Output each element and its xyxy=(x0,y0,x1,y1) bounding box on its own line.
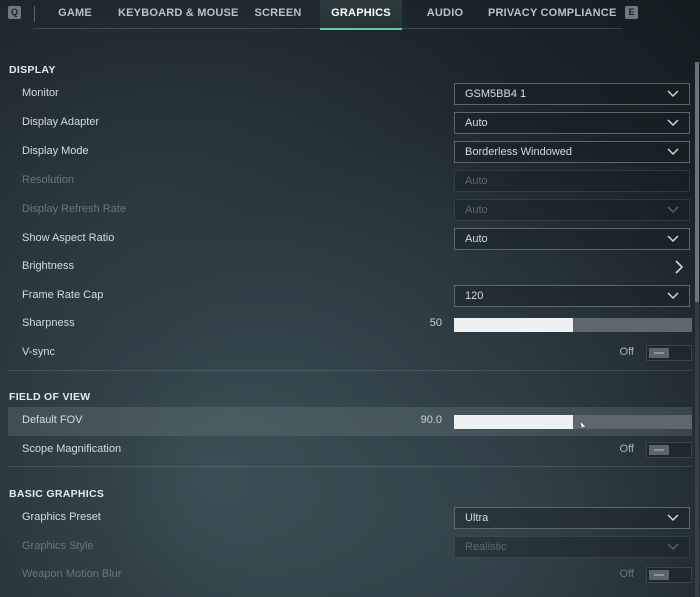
prev-tab-key-icon[interactable]: Q xyxy=(8,6,21,19)
tab-underline xyxy=(33,28,623,29)
tab-game[interactable]: GAME xyxy=(45,0,105,28)
weapon-motion-blur-toggle xyxy=(646,567,692,583)
fov-value: 90.0 xyxy=(420,414,442,426)
setting-row-scope-magnification[interactable]: Scope Magnification Off xyxy=(8,436,692,465)
toggle-knob xyxy=(649,348,669,358)
section-title-display: DISPLAY xyxy=(9,64,56,76)
monitor-dropdown[interactable]: GSM5BB4 1 xyxy=(454,83,690,105)
setting-label: Frame Rate Cap xyxy=(22,289,104,301)
setting-row-weapon-motion-blur: Weapon Motion Blur Off xyxy=(8,561,692,590)
tab-separator xyxy=(34,6,35,22)
next-tab-key-icon[interactable]: E xyxy=(625,6,638,19)
sharpness-value: 50 xyxy=(429,317,442,329)
setting-label: Show Aspect Ratio xyxy=(22,232,115,244)
toggle-state-text: Off xyxy=(619,568,634,580)
chevron-down-icon xyxy=(667,148,679,156)
toggle-knob xyxy=(649,445,669,455)
aspect-ratio-dropdown[interactable]: Auto xyxy=(454,228,690,250)
mouse-cursor-icon xyxy=(580,421,586,430)
refresh-rate-dropdown: Auto xyxy=(454,199,690,221)
setting-row-sharpness[interactable]: Sharpness 50 xyxy=(8,310,692,339)
setting-label: Display Adapter xyxy=(22,116,100,128)
setting-row-display-mode[interactable]: Display Mode Borderless Windowed xyxy=(8,138,692,167)
dropdown-value: 120 xyxy=(465,290,484,302)
graphics-style-dropdown: Realistic xyxy=(454,536,690,558)
chevron-down-icon xyxy=(667,177,679,185)
setting-row-resolution: Resolution Auto xyxy=(8,167,692,196)
toggle-state-text: Off xyxy=(619,346,634,358)
scrollbar[interactable] xyxy=(695,62,699,597)
slider-fill xyxy=(454,318,573,332)
dropdown-value: GSM5BB4 1 xyxy=(465,88,527,100)
settings-tab-bar: Q GAME KEYBOARD & MOUSE SCREEN GRAPHICS … xyxy=(0,0,700,30)
fov-slider[interactable] xyxy=(454,415,692,429)
setting-label: Brightness xyxy=(22,260,74,272)
setting-row-brightness[interactable]: Brightness xyxy=(8,253,692,282)
section-title-basic-graphics: BASIC GRAPHICS xyxy=(9,488,105,500)
dropdown-value: Borderless Windowed xyxy=(465,146,572,158)
setting-row-vsync[interactable]: V-sync Off xyxy=(8,339,692,368)
setting-label: Scope Magnification xyxy=(22,443,122,455)
graphics-preset-dropdown[interactable]: Ultra xyxy=(454,507,690,529)
setting-label: Monitor xyxy=(22,87,59,99)
setting-row-frame-rate-cap[interactable]: Frame Rate Cap 120 xyxy=(8,282,692,311)
tab-privacy-compliance[interactable]: PRIVACY COMPLIANCE xyxy=(488,0,616,28)
slider-fill xyxy=(454,415,573,429)
setting-row-refresh-rate: Display Refresh Rate Auto xyxy=(8,196,692,225)
chevron-right-icon[interactable] xyxy=(674,260,684,274)
setting-label: V-sync xyxy=(22,346,56,358)
setting-label: Weapon Motion Blur xyxy=(22,568,122,580)
setting-label: Resolution xyxy=(22,174,74,186)
setting-label: Graphics Style xyxy=(22,540,94,552)
setting-row-display-adapter[interactable]: Display Adapter Auto xyxy=(8,109,692,138)
tab-audio[interactable]: AUDIO xyxy=(418,0,472,28)
chevron-down-icon xyxy=(667,206,679,214)
frame-rate-cap-dropdown[interactable]: 120 xyxy=(454,285,690,307)
dropdown-value: Realistic xyxy=(465,541,507,553)
dropdown-value: Ultra xyxy=(465,512,489,524)
dropdown-value: Auto xyxy=(465,117,488,129)
dropdown-value: Auto xyxy=(465,175,488,187)
chevron-down-icon xyxy=(667,514,679,522)
scope-magnification-toggle[interactable] xyxy=(646,442,692,458)
chevron-down-icon xyxy=(667,543,679,551)
vsync-toggle[interactable] xyxy=(646,345,692,361)
chevron-down-icon xyxy=(667,119,679,127)
display-mode-dropdown[interactable]: Borderless Windowed xyxy=(454,141,690,163)
setting-row-monitor[interactable]: Monitor GSM5BB4 1 xyxy=(8,80,692,109)
chevron-down-icon xyxy=(667,292,679,300)
dropdown-value: Auto xyxy=(465,204,488,216)
sharpness-slider[interactable] xyxy=(454,318,692,332)
dropdown-value: Auto xyxy=(465,233,488,245)
setting-row-default-fov[interactable]: Default FOV 90.0 xyxy=(8,407,692,436)
tab-graphics[interactable]: GRAPHICS xyxy=(320,0,402,30)
display-adapter-dropdown[interactable]: Auto xyxy=(454,112,690,134)
setting-label: Display Refresh Rate xyxy=(22,203,126,215)
scrollbar-thumb[interactable] xyxy=(695,62,699,302)
setting-row-graphics-style: Graphics Style Realistic xyxy=(8,533,692,562)
section-title-field-of-view: FIELD OF VIEW xyxy=(9,391,91,403)
resolution-dropdown: Auto xyxy=(454,170,690,192)
setting-row-show-aspect-ratio[interactable]: Show Aspect Ratio Auto xyxy=(8,225,692,254)
section-divider xyxy=(8,370,692,371)
tab-screen[interactable]: SCREEN xyxy=(248,0,308,28)
chevron-down-icon xyxy=(667,235,679,243)
setting-label: Sharpness xyxy=(22,317,75,329)
setting-label: Graphics Preset xyxy=(22,511,101,523)
toggle-knob xyxy=(649,570,669,580)
setting-row-graphics-preset[interactable]: Graphics Preset Ultra xyxy=(8,504,692,533)
setting-label: Display Mode xyxy=(22,145,89,157)
setting-label: Default FOV xyxy=(22,414,83,426)
chevron-down-icon xyxy=(667,90,679,98)
section-divider xyxy=(8,466,692,467)
tab-keyboard-mouse[interactable]: KEYBOARD & MOUSE xyxy=(118,0,238,28)
toggle-state-text: Off xyxy=(619,443,634,455)
